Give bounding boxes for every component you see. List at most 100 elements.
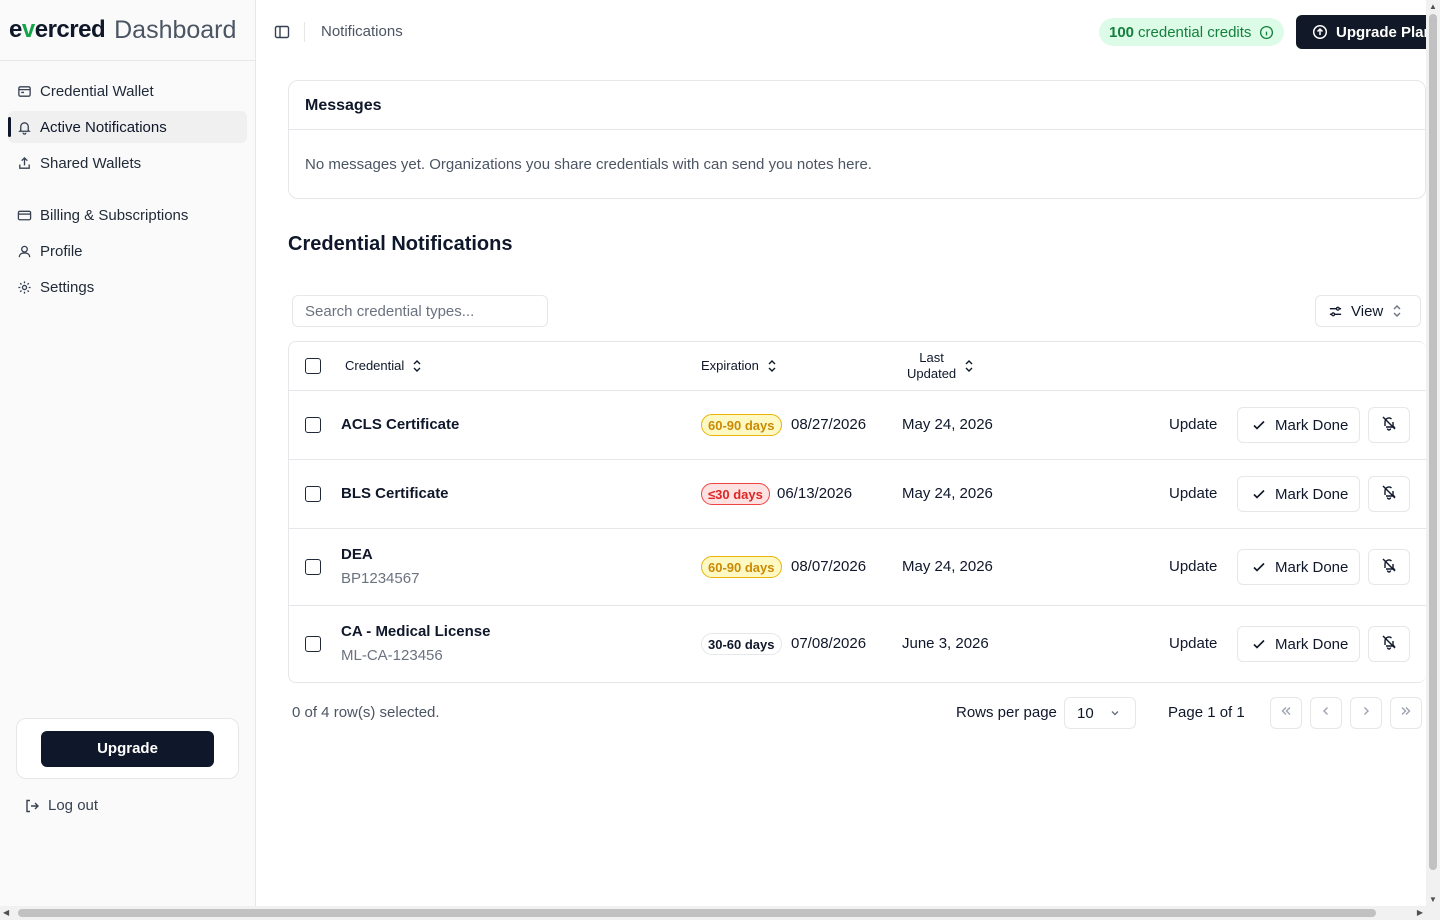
- mark-done-button[interactable]: Mark Done: [1237, 626, 1360, 662]
- sidebar-item-label: Profile: [40, 242, 83, 260]
- bell-off-icon: [1381, 634, 1397, 655]
- column-header-last-updated[interactable]: Last Updated: [907, 350, 974, 382]
- messages-empty-text: No messages yet. Organizations you share…: [305, 156, 872, 173]
- scrollbar-thumb[interactable]: [18, 909, 1376, 917]
- expiry-badge: 60-90 days: [701, 556, 782, 578]
- sidebar-item-label: Credential Wallet: [40, 82, 154, 100]
- update-button[interactable]: Update: [1169, 485, 1217, 502]
- update-button[interactable]: Update: [1169, 416, 1217, 433]
- chevron-down-icon: [1109, 707, 1121, 719]
- update-button[interactable]: Update: [1169, 558, 1217, 575]
- chevron-right-icon: [1359, 704, 1373, 723]
- check-icon: [1252, 560, 1266, 574]
- sidebar: evercred Dashboard Credential Wallet Act…: [0, 0, 256, 906]
- table-row: ACLS Certificate 60-90 days 08/27/2026 M…: [289, 391, 1426, 460]
- scroll-right-icon[interactable]: ▶: [1417, 908, 1423, 917]
- column-label: Last Updated: [907, 350, 956, 382]
- column-label-line: Updated: [907, 366, 957, 381]
- mute-notification-button[interactable]: [1368, 549, 1410, 585]
- chevrons-up-down-icon: [1391, 304, 1403, 318]
- sidebar-item-active-notifications[interactable]: Active Notifications: [8, 111, 247, 143]
- upgrade-button[interactable]: Upgrade: [41, 730, 214, 767]
- scroll-left-icon[interactable]: ◀: [3, 908, 9, 917]
- expiration-date: 06/13/2026: [777, 485, 853, 502]
- mark-done-button[interactable]: Mark Done: [1237, 476, 1360, 512]
- sidebar-item-profile[interactable]: Profile: [8, 235, 247, 267]
- bell-off-icon: [1381, 415, 1397, 436]
- mark-done-button[interactable]: Mark Done: [1237, 549, 1360, 585]
- column-label: Expiration: [701, 358, 759, 373]
- first-page-button[interactable]: [1270, 697, 1302, 729]
- next-page-button[interactable]: [1350, 697, 1382, 729]
- select-all-checkbox[interactable]: [305, 358, 321, 374]
- vertical-scrollbar[interactable]: ▲ ▼: [1426, 0, 1440, 906]
- last-updated: May 24, 2026: [902, 558, 993, 575]
- share-icon: [16, 155, 32, 171]
- bell-icon: [16, 119, 32, 135]
- credential-name[interactable]: ACLS Certificate: [341, 416, 459, 433]
- chevrons-right-icon: [1399, 704, 1413, 723]
- logout-label: Log out: [48, 797, 99, 814]
- credential-name[interactable]: DEA: [341, 546, 373, 563]
- gear-icon: [16, 279, 32, 295]
- credential-number: BP1234567: [341, 570, 420, 587]
- breadcrumb: Notifications: [321, 23, 403, 40]
- scrollbar-thumb[interactable]: [1429, 14, 1437, 870]
- rows-per-page-label: Rows per page: [956, 704, 1057, 721]
- divider: [289, 129, 1425, 130]
- table-row: BLS Certificate ≤30 days 06/13/2026 May …: [289, 460, 1426, 529]
- rows-per-page-select[interactable]: 10: [1064, 697, 1136, 729]
- row-checkbox[interactable]: [305, 636, 321, 652]
- chevrons-left-icon: [1279, 704, 1293, 723]
- column-header-expiration[interactable]: Expiration: [701, 358, 777, 373]
- sidebar-toggle-icon[interactable]: [274, 24, 290, 40]
- search-input[interactable]: [292, 295, 548, 327]
- previous-page-button[interactable]: [1310, 697, 1342, 729]
- column-header-credential[interactable]: Credential: [345, 358, 422, 373]
- logout-button[interactable]: Log out: [24, 797, 98, 814]
- row-checkbox[interactable]: [305, 486, 321, 502]
- credits-badge: 100 credential credits: [1099, 18, 1285, 46]
- mute-notification-button[interactable]: [1368, 626, 1410, 662]
- table-row: DEA BP1234567 60-90 days 08/07/2026 May …: [289, 529, 1426, 606]
- expiration-date: 08/27/2026: [791, 416, 867, 433]
- column-label: Credential: [345, 358, 405, 373]
- section-title: Credential Notifications: [288, 233, 513, 255]
- credential-name[interactable]: BLS Certificate: [341, 485, 449, 502]
- row-checkbox[interactable]: [305, 417, 321, 433]
- sidebar-item-label: Shared Wallets: [40, 154, 142, 172]
- sidebar-item-credential-wallet[interactable]: Credential Wallet: [8, 75, 247, 107]
- last-page-button[interactable]: [1390, 697, 1422, 729]
- sidebar-item-settings[interactable]: Settings: [8, 271, 247, 303]
- rows-per-page-value: 10: [1077, 704, 1094, 722]
- sort-icon: [412, 359, 422, 373]
- credential-name[interactable]: CA - Medical License: [341, 623, 491, 640]
- info-icon[interactable]: [1259, 25, 1274, 40]
- user-icon: [16, 243, 32, 259]
- last-updated: June 3, 2026: [902, 635, 989, 652]
- horizontal-scrollbar[interactable]: ◀ ▶: [0, 906, 1440, 920]
- mute-notification-button[interactable]: [1368, 476, 1410, 512]
- row-checkbox[interactable]: [305, 559, 321, 575]
- update-button[interactable]: Update: [1169, 635, 1217, 652]
- mark-done-button[interactable]: Mark Done: [1237, 407, 1360, 443]
- expiration-date: 08/07/2026: [791, 558, 867, 575]
- scroll-up-icon[interactable]: ▲: [1429, 2, 1437, 11]
- mute-notification-button[interactable]: [1368, 407, 1410, 443]
- header-divider: [304, 22, 305, 42]
- page-info: Page 1 of 1: [1168, 704, 1245, 721]
- view-options-button[interactable]: View: [1315, 295, 1421, 327]
- logo[interactable]: evercred: [9, 16, 106, 44]
- bell-off-icon: [1381, 484, 1397, 505]
- expiry-badge: 30-60 days: [701, 633, 782, 655]
- arrow-up-circle-icon: [1312, 24, 1328, 40]
- table-header: Credential Expiration Last Updated: [289, 342, 1426, 391]
- sidebar-item-shared-wallets[interactable]: Shared Wallets: [8, 147, 247, 179]
- last-updated: May 24, 2026: [902, 416, 993, 433]
- scroll-down-icon[interactable]: ▼: [1429, 895, 1437, 904]
- credits-count: 100: [1109, 23, 1135, 41]
- upgrade-plan-button[interactable]: Upgrade Plan: [1296, 15, 1436, 49]
- sidebar-item-label: Settings: [40, 278, 95, 296]
- sidebar-item-billing[interactable]: Billing & Subscriptions: [8, 199, 247, 231]
- upgrade-plan-label: Upgrade Plan: [1336, 23, 1433, 41]
